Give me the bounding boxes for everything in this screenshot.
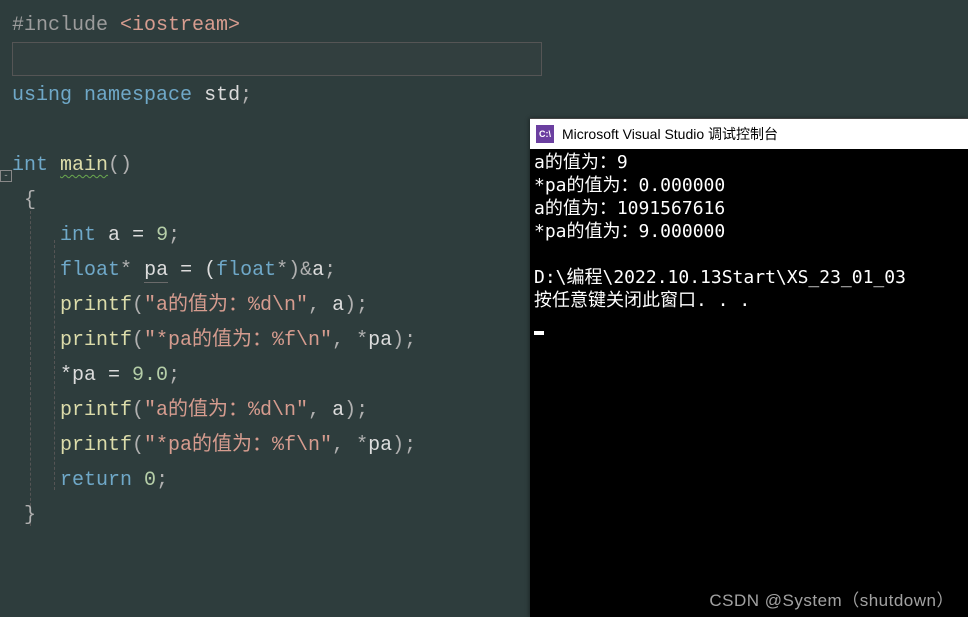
code-line bbox=[12, 43, 968, 78]
console-output: a的值为：9 *pa的值为：0.000000 a的值为：1091567616 *… bbox=[530, 149, 968, 337]
vs-icon: C:\ bbox=[536, 125, 554, 143]
debug-console-window[interactable]: C:\ Microsoft Visual Studio 调试控制台 a的值为：9… bbox=[530, 118, 968, 617]
console-title: Microsoft Visual Studio 调试控制台 bbox=[562, 124, 778, 144]
code-line: #include <iostream> bbox=[12, 8, 968, 43]
console-titlebar[interactable]: C:\ Microsoft Visual Studio 调试控制台 bbox=[530, 119, 968, 149]
code-line: using namespace std; bbox=[12, 78, 968, 113]
cursor-icon bbox=[534, 331, 544, 335]
watermark: CSDN @System（shutdown） bbox=[709, 586, 954, 611]
